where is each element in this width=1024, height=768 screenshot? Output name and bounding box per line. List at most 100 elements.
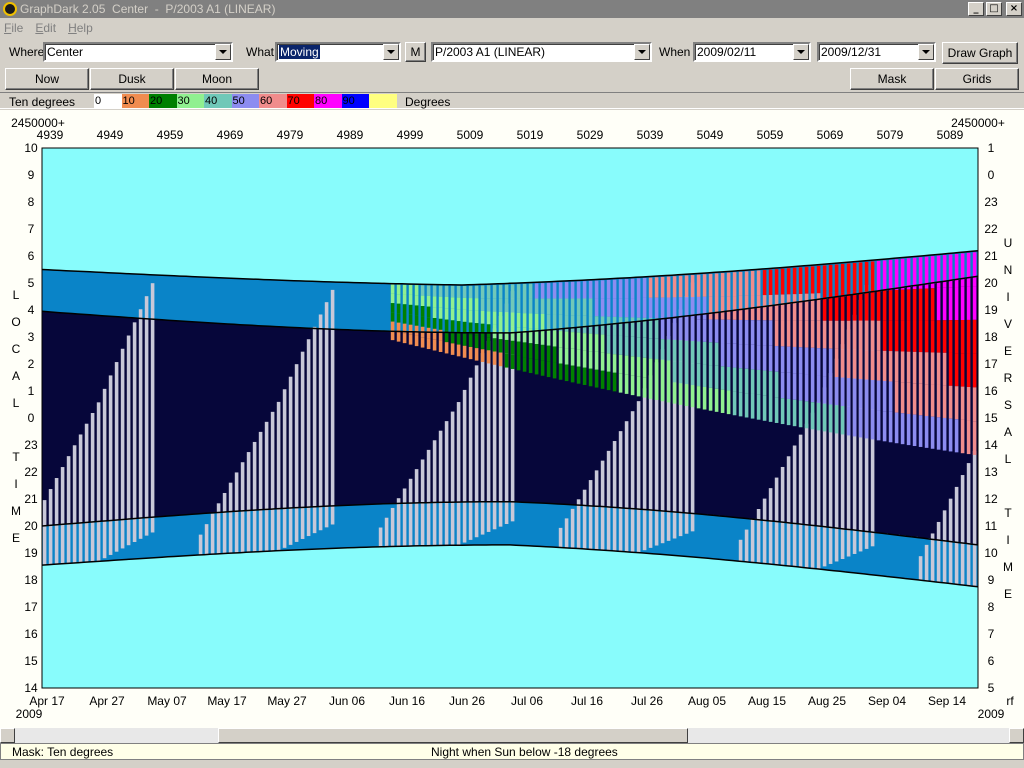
comet-altitude-bar bbox=[510, 298, 515, 313]
moonlit-bar bbox=[792, 445, 797, 567]
comet-altitude-bar bbox=[450, 343, 455, 355]
twilight-bar bbox=[174, 515, 181, 557]
now-button[interactable]: Now bbox=[5, 68, 89, 90]
comet-altitude-bar bbox=[972, 252, 977, 287]
moonlit-bar bbox=[780, 466, 785, 566]
comet-altitude-bar bbox=[738, 271, 743, 296]
dusk-button[interactable]: Dusk bbox=[90, 68, 174, 90]
comet-altitude-bar bbox=[450, 331, 455, 344]
twilight-bar bbox=[186, 514, 193, 556]
comet-altitude-bar bbox=[558, 347, 563, 364]
maximize-button[interactable]: □ bbox=[986, 2, 1002, 16]
comet-altitude-bar bbox=[780, 294, 785, 321]
moonlit-bar bbox=[810, 412, 815, 569]
twilight-bar bbox=[270, 279, 277, 327]
moonlit-bar bbox=[936, 521, 941, 582]
chevron-down-icon[interactable] bbox=[215, 44, 231, 60]
chevron-down-icon[interactable] bbox=[383, 44, 399, 60]
legend-swatch: 90 bbox=[341, 94, 370, 108]
twilight-bar bbox=[252, 279, 259, 326]
comet-altitude-bar bbox=[858, 408, 863, 438]
moonlit-bar bbox=[966, 463, 971, 586]
what-select[interactable]: Moving bbox=[275, 42, 401, 62]
comet-altitude-bar bbox=[600, 334, 605, 353]
comet-altitude-bar bbox=[504, 353, 509, 368]
close-button[interactable]: × bbox=[1006, 2, 1022, 16]
chevron-down-icon[interactable] bbox=[634, 44, 650, 60]
darkness-graph[interactable]: 2450000+ 2450000+4939 4949 4959 4969 4979 4989… bbox=[0, 110, 1024, 728]
moonlit-bar bbox=[468, 377, 473, 540]
comet-altitude-bar bbox=[396, 332, 401, 342]
comet-altitude-bar bbox=[720, 366, 725, 390]
comet-altitude-bar bbox=[528, 283, 533, 299]
comet-altitude-bar bbox=[624, 355, 629, 375]
comet-altitude-bar bbox=[438, 340, 443, 352]
moonlit-bar bbox=[438, 430, 443, 546]
end-date-select[interactable]: 2009/12/31 bbox=[817, 42, 936, 62]
chevron-down-icon[interactable] bbox=[918, 44, 934, 60]
moonlit-bar bbox=[486, 340, 491, 532]
twilight-bar bbox=[42, 269, 49, 312]
scroll-thumb[interactable] bbox=[218, 728, 688, 743]
comet-altitude-bar bbox=[888, 351, 893, 382]
start-date-select[interactable]: 2009/02/11 bbox=[693, 42, 811, 62]
horizontal-scrollbar[interactable] bbox=[0, 728, 1024, 743]
twilight-bar bbox=[342, 282, 349, 330]
comet-altitude-bar bbox=[942, 320, 947, 353]
comet-altitude-bar bbox=[696, 386, 701, 409]
comet-altitude-bar bbox=[804, 320, 809, 348]
twilight-bar bbox=[528, 502, 535, 546]
comet-altitude-bar bbox=[684, 384, 689, 407]
comet-altitude-bar bbox=[720, 343, 725, 367]
comet-altitude-bar bbox=[462, 285, 467, 298]
comet-altitude-bar bbox=[882, 381, 887, 412]
comet-altitude-bar bbox=[960, 386, 965, 420]
moonlit-bar bbox=[60, 467, 65, 564]
comet-altitude-bar bbox=[906, 320, 911, 352]
scroll-right-arrow-icon[interactable] bbox=[1009, 728, 1024, 743]
moon-button[interactable]: Moon bbox=[175, 68, 259, 90]
comet-altitude-bar bbox=[588, 351, 593, 369]
comet-altitude-bar bbox=[876, 380, 881, 411]
object-select[interactable]: P/2003 A1 (LINEAR) bbox=[431, 42, 652, 62]
comet-altitude-bar bbox=[612, 298, 617, 317]
twilight-bar bbox=[882, 533, 889, 576]
comet-altitude-bar bbox=[954, 253, 959, 288]
grids-button[interactable]: Grids bbox=[935, 68, 1019, 90]
menu-edit[interactable]: Edit bbox=[35, 21, 56, 35]
minimize-button[interactable]: _ bbox=[968, 2, 984, 16]
draw-graph-button[interactable]: Draw Graph bbox=[942, 42, 1018, 64]
chevron-down-icon[interactable] bbox=[793, 44, 809, 60]
where-select[interactable]: Center bbox=[43, 42, 233, 62]
comet-altitude-bar bbox=[942, 417, 947, 451]
universal-time-tick: 19 bbox=[984, 303, 998, 317]
comet-altitude-bar bbox=[792, 346, 797, 374]
comet-altitude-bar bbox=[684, 275, 689, 298]
menu-help[interactable]: Help bbox=[68, 21, 93, 35]
comet-altitude-bar bbox=[918, 383, 923, 416]
mask-button[interactable]: Mask bbox=[850, 68, 934, 90]
comet-altitude-bar bbox=[918, 415, 923, 447]
comet-altitude-bar bbox=[570, 281, 575, 299]
m-button[interactable]: M bbox=[405, 42, 426, 62]
comet-altitude-bar bbox=[972, 319, 977, 354]
comet-altitude-bar bbox=[864, 408, 869, 439]
scroll-left-arrow-icon[interactable] bbox=[0, 728, 15, 743]
comet-altitude-bar bbox=[906, 351, 911, 383]
comet-altitude-bar bbox=[756, 369, 761, 395]
moonlit-bar bbox=[570, 508, 575, 549]
twilight-bar bbox=[372, 283, 379, 331]
comet-altitude-bar bbox=[480, 349, 485, 363]
menu-file[interactable]: File bbox=[4, 21, 23, 35]
legend-bar: Ten degrees 0 10 20 30 40 50 60 70 80 90 Degrees bbox=[0, 92, 1024, 109]
comet-altitude-bar bbox=[414, 295, 419, 306]
moonlit-bar bbox=[318, 314, 323, 531]
legend-swatch: 0 bbox=[94, 94, 122, 108]
comet-altitude-bar bbox=[630, 336, 635, 357]
moonlit-bar bbox=[648, 375, 653, 548]
app-icon[interactable] bbox=[3, 2, 17, 16]
comet-altitude-bar bbox=[966, 420, 971, 455]
year-right-label: 2009 bbox=[978, 707, 1005, 721]
comet-altitude-bar bbox=[402, 313, 407, 324]
comet-altitude-bar bbox=[510, 354, 515, 369]
